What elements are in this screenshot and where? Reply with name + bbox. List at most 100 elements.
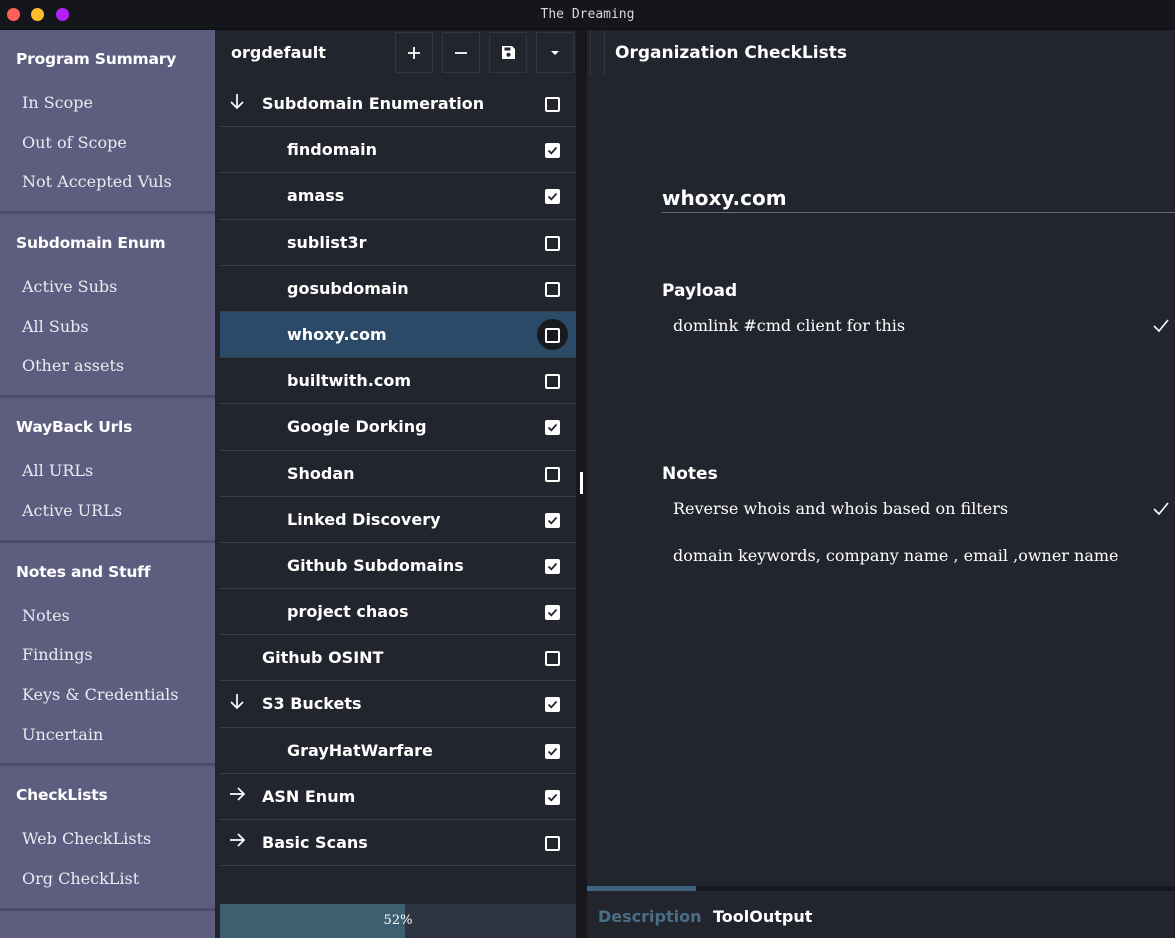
checklist-row[interactable]: findomain bbox=[220, 127, 576, 174]
checkbox-checked[interactable] bbox=[545, 558, 560, 574]
detail-header-title: Organization CheckLists bbox=[615, 43, 847, 63]
org-name: orgdefault bbox=[231, 43, 326, 62]
sidebar-section-title: WayBack Urls bbox=[16, 418, 133, 437]
checkmark-icon bbox=[547, 193, 558, 201]
progress-label: 52% bbox=[383, 913, 413, 928]
sidebar-item[interactable]: Findings bbox=[0, 640, 215, 680]
sidebar-item[interactable]: Uncertain bbox=[0, 720, 215, 760]
checklist-header: orgdefault bbox=[215, 30, 582, 76]
checkbox-unchecked[interactable] bbox=[545, 97, 560, 112]
checkmark-icon bbox=[547, 147, 558, 155]
checkbox-unchecked[interactable] bbox=[545, 327, 560, 343]
checkbox-unchecked[interactable] bbox=[545, 466, 560, 482]
add-button[interactable] bbox=[395, 32, 433, 73]
sidebar-item[interactable]: Keys & Credentials bbox=[0, 680, 215, 720]
splitter-handle[interactable] bbox=[580, 472, 583, 494]
checkmark-icon bbox=[547, 608, 558, 617]
checklist-row[interactable]: whoxy.com bbox=[220, 311, 576, 359]
checklist-row[interactable]: sublist3r bbox=[220, 220, 576, 266]
sidebar-section: CheckLists Web CheckLists Org CheckList bbox=[0, 766, 215, 911]
checkbox-checked[interactable] bbox=[545, 697, 560, 713]
checkbox-unchecked[interactable] bbox=[545, 374, 560, 390]
payload-heading: Payload bbox=[662, 281, 738, 301]
checklist-row[interactable]: gosubdomain bbox=[220, 266, 576, 312]
sidebar-section: Subdomain Enum Active Subs All Subs Other a… bbox=[0, 214, 215, 399]
save-button[interactable] bbox=[489, 32, 527, 73]
window-titlebar: The Dreaming bbox=[0, 0, 1175, 30]
detail-header-separator bbox=[590, 30, 605, 76]
arrow-down-icon[interactable] bbox=[228, 92, 246, 110]
payload-line[interactable]: domlink #cmd client for this bbox=[673, 316, 905, 335]
checkmark-icon bbox=[547, 747, 558, 756]
sidebar-item[interactable]: Active Subs bbox=[0, 272, 215, 312]
checklist-row[interactable]: Google Dorking bbox=[220, 404, 576, 451]
checklist-row-label: Google Dorking bbox=[287, 417, 427, 437]
checklist-row[interactable]: project chaos bbox=[220, 589, 576, 636]
checklist-row-label: ASN Enum bbox=[262, 786, 356, 806]
arrow-down-icon[interactable] bbox=[228, 692, 246, 710]
sidebar-item[interactable]: Out of Scope bbox=[0, 128, 215, 168]
checkbox-checked[interactable] bbox=[545, 789, 560, 805]
sidebar-item[interactable]: Org CheckList bbox=[0, 864, 215, 904]
bottom-tab-bar: Description ToolOutput bbox=[587, 886, 1175, 938]
checkbox-checked[interactable] bbox=[545, 143, 560, 159]
minus-icon bbox=[455, 51, 467, 54]
sidebar-section-title: Program Summary bbox=[16, 50, 177, 68]
sidebar-item[interactable]: Notes bbox=[0, 601, 215, 641]
checkmark-icon bbox=[547, 516, 558, 525]
checklist-row-label: sublist3r bbox=[287, 232, 367, 252]
checkbox-unchecked[interactable] bbox=[545, 235, 560, 251]
checklist-row[interactable]: builtwith.com bbox=[220, 358, 576, 405]
sidebar-section-title: Notes and Stuff bbox=[16, 562, 151, 581]
sidebar-section: Program Summary In Scope Out of Scope Not A… bbox=[0, 30, 215, 215]
checkbox-checked[interactable] bbox=[545, 189, 560, 205]
checklist-list: Subdomain Enumeration findomain amass subli… bbox=[220, 81, 576, 867]
checklist-row[interactable]: GrayHatWarfare bbox=[220, 728, 576, 774]
check-icon[interactable] bbox=[1153, 502, 1169, 516]
checklist-row[interactable]: Subdomain Enumeration bbox=[220, 81, 576, 128]
remove-button[interactable] bbox=[442, 32, 480, 73]
checkbox-checked[interactable] bbox=[545, 420, 560, 436]
checkbox-checked[interactable] bbox=[545, 605, 560, 621]
checklist-row-label: Linked Discovery bbox=[287, 509, 441, 529]
item-name[interactable]: whoxy.com bbox=[662, 186, 787, 210]
checklist-row-label: Github Subdomains bbox=[287, 555, 464, 575]
sidebar-separator bbox=[0, 907, 215, 911]
sidebar-item[interactable]: Other assets bbox=[0, 351, 215, 391]
checklist-row[interactable]: Shodan bbox=[220, 451, 576, 497]
sidebar-item[interactable]: Active URLs bbox=[0, 496, 215, 536]
sidebar-item[interactable]: All Subs bbox=[0, 312, 215, 352]
checklist-row-label: Basic Scans bbox=[262, 833, 368, 852]
sidebar-item[interactable]: Not Accepted Vuls bbox=[0, 167, 215, 207]
sidebar-item[interactable]: All URLs bbox=[0, 456, 215, 496]
checkbox-unchecked[interactable] bbox=[545, 281, 560, 297]
checkbox-checked[interactable] bbox=[545, 743, 560, 759]
checkbox-checked[interactable] bbox=[545, 512, 560, 528]
checklist-row[interactable]: Github OSINT bbox=[220, 635, 576, 682]
menu-dropdown-button[interactable] bbox=[536, 32, 574, 73]
checklist-row[interactable]: amass bbox=[220, 173, 576, 220]
sidebar: Program Summary In Scope Out of Scope Not A… bbox=[0, 30, 215, 938]
tab-tooloutput[interactable]: ToolOutput bbox=[713, 907, 812, 926]
notes-line[interactable]: Reverse whois and whois based on filters bbox=[673, 499, 1008, 518]
save-icon bbox=[501, 46, 515, 59]
checklist-row[interactable]: S3 Buckets bbox=[220, 681, 576, 728]
checkbox-unchecked[interactable] bbox=[545, 651, 560, 667]
checklist-row[interactable]: Linked Discovery bbox=[220, 497, 576, 543]
arrow-right-icon[interactable] bbox=[228, 831, 246, 849]
tab-description[interactable]: Description bbox=[598, 907, 701, 926]
checkbox-unchecked[interactable] bbox=[545, 836, 560, 851]
checklist-row[interactable]: Basic Scans bbox=[220, 820, 576, 867]
checklist-panel: orgdefault Subdomain Enumeration findomai… bbox=[215, 30, 582, 938]
checklist-row-label: whoxy.com bbox=[287, 324, 387, 344]
sidebar-item[interactable]: In Scope bbox=[0, 88, 215, 128]
check-icon[interactable] bbox=[1153, 319, 1169, 333]
sidebar-item[interactable]: Web CheckLists bbox=[0, 824, 215, 864]
checklist-row[interactable]: ASN Enum bbox=[220, 774, 576, 820]
checklist-row-label: Github OSINT bbox=[262, 648, 384, 668]
checklist-row-label: findomain bbox=[287, 140, 378, 160]
notes-line[interactable]: domain keywords, company name , email ,o… bbox=[673, 546, 1119, 565]
checklist-row[interactable]: Github Subdomains bbox=[220, 543, 576, 590]
checklist-row-label: GrayHatWarfare bbox=[287, 740, 433, 760]
arrow-right-icon[interactable] bbox=[228, 785, 246, 803]
